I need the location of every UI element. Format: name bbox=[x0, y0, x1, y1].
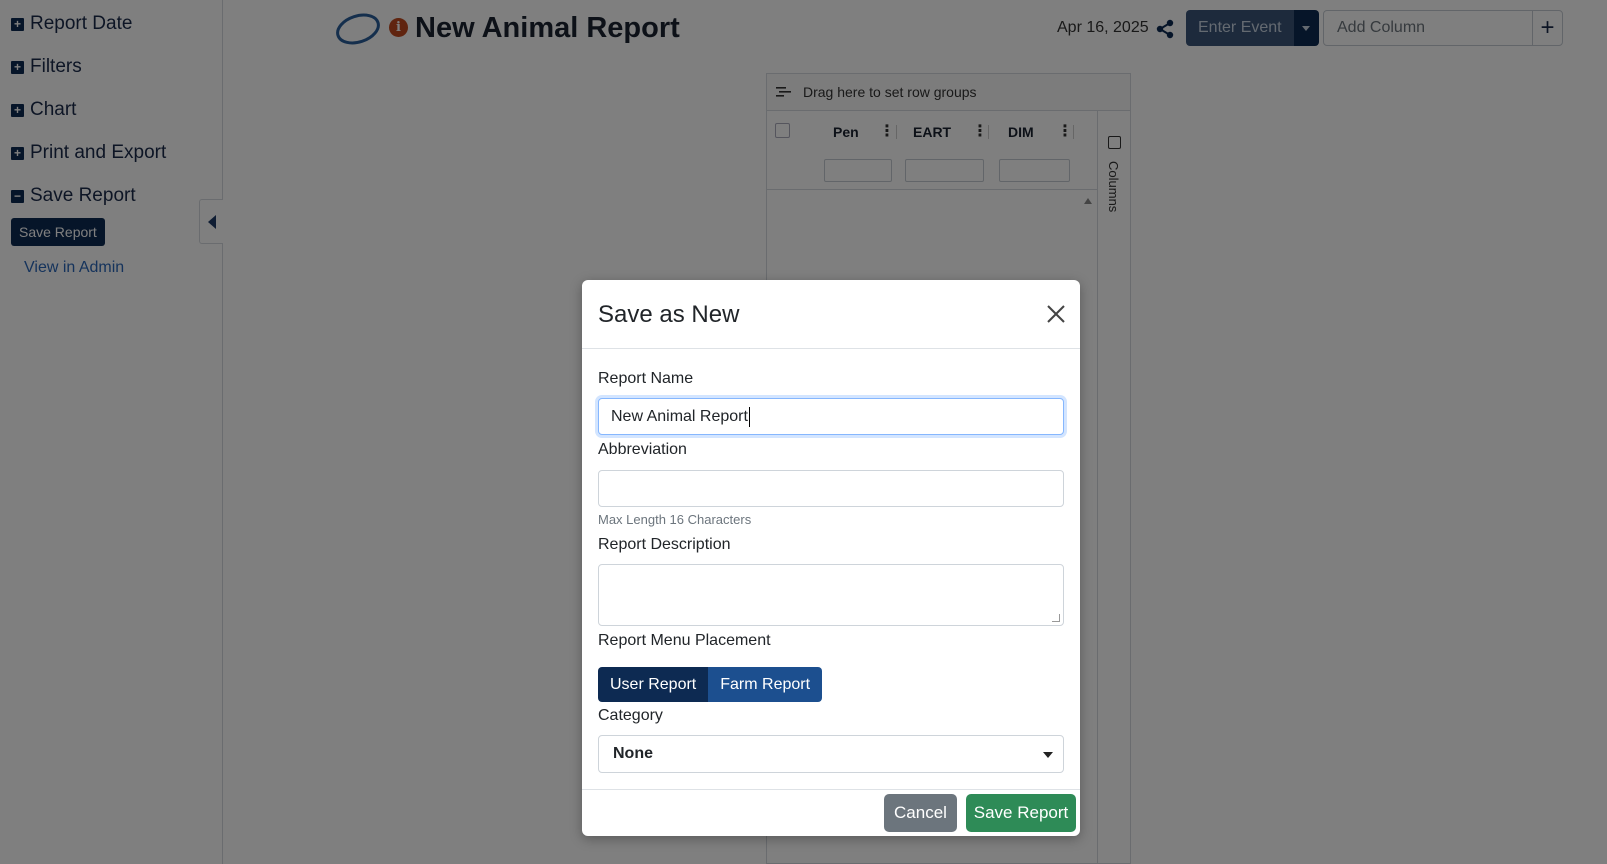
close-icon[interactable] bbox=[1044, 302, 1068, 326]
dialog-title: Save as New bbox=[598, 301, 740, 328]
menu-placement-label: Report Menu Placement bbox=[598, 632, 771, 649]
menu-placement-toggle: User Report Farm Report bbox=[598, 667, 823, 702]
resize-handle[interactable] bbox=[1052, 614, 1060, 622]
save-as-new-dialog: Save as New Report Name New Animal Repor… bbox=[582, 280, 1080, 836]
abbreviation-label: Abbreviation bbox=[598, 441, 687, 458]
category-select[interactable]: None bbox=[598, 735, 1064, 773]
caret-down-icon bbox=[1043, 752, 1053, 758]
report-name-value: New Animal Report bbox=[611, 407, 748, 425]
report-name-label: Report Name bbox=[598, 370, 694, 387]
cancel-button[interactable]: Cancel bbox=[884, 794, 957, 832]
report-description-textarea[interactable] bbox=[598, 564, 1064, 626]
farm-report-option[interactable]: Farm Report bbox=[708, 667, 823, 702]
text-cursor bbox=[748, 406, 750, 427]
abbreviation-hint: Max Length 16 Characters bbox=[598, 512, 752, 527]
category-value: None bbox=[613, 745, 653, 762]
user-report-option[interactable]: User Report bbox=[598, 667, 709, 702]
category-label: Category bbox=[598, 707, 663, 724]
abbreviation-input[interactable] bbox=[598, 470, 1064, 507]
dialog-header-divider bbox=[582, 348, 1080, 349]
dialog-footer-divider bbox=[582, 789, 1080, 790]
report-description-label: Report Description bbox=[598, 536, 731, 553]
report-name-input[interactable]: New Animal Report bbox=[598, 398, 1064, 435]
save-report-button[interactable]: Save Report bbox=[966, 794, 1076, 832]
